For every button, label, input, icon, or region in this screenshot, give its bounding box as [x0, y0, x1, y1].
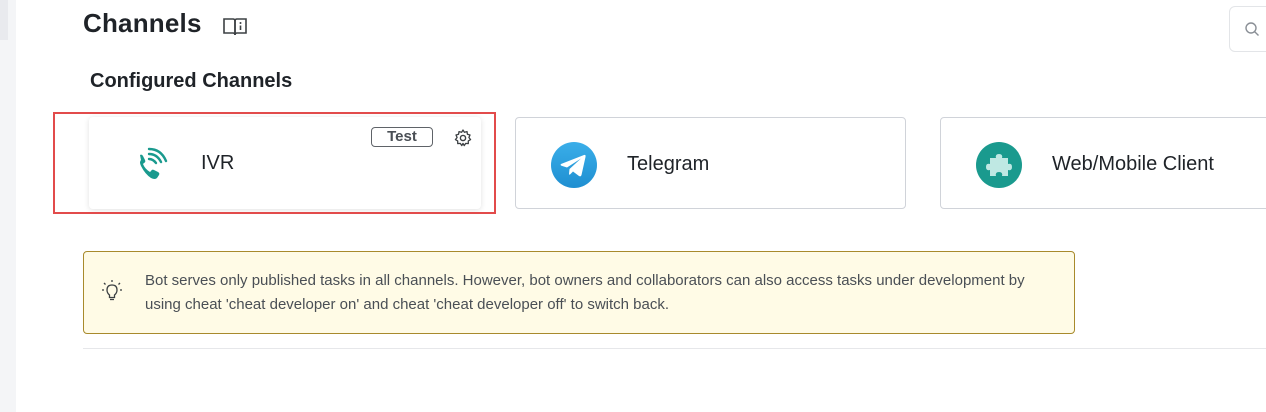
channel-card-web-mobile-client[interactable]: Web/Mobile Client	[940, 117, 1266, 209]
section-title: Configured Channels	[90, 70, 293, 92]
phone-ring-icon	[140, 147, 168, 179]
channel-label-telegram: Telegram	[627, 153, 710, 175]
gear-icon[interactable]	[453, 128, 473, 148]
search-button[interactable]	[1229, 6, 1266, 52]
divider	[83, 348, 1266, 349]
lightbulb-icon	[102, 280, 122, 301]
page-title: Channels	[83, 8, 202, 38]
channel-card-ivr[interactable]: IVR Test	[89, 117, 481, 209]
telegram-icon	[551, 142, 597, 188]
channel-card-telegram[interactable]: Telegram	[515, 117, 906, 209]
book-info-icon[interactable]	[222, 15, 248, 37]
test-button[interactable]: Test	[371, 127, 433, 147]
left-rail-notch	[0, 0, 8, 40]
channel-label-web-mobile-client: Web/Mobile Client	[1052, 153, 1214, 175]
search-icon	[1245, 22, 1259, 36]
notice-text: Bot serves only published tasks in all c…	[145, 272, 1025, 313]
puzzle-icon	[976, 142, 1022, 188]
left-rail	[0, 0, 16, 412]
channel-label-ivr: IVR	[201, 152, 235, 174]
info-notice: Bot serves only published tasks in all c…	[83, 251, 1075, 334]
